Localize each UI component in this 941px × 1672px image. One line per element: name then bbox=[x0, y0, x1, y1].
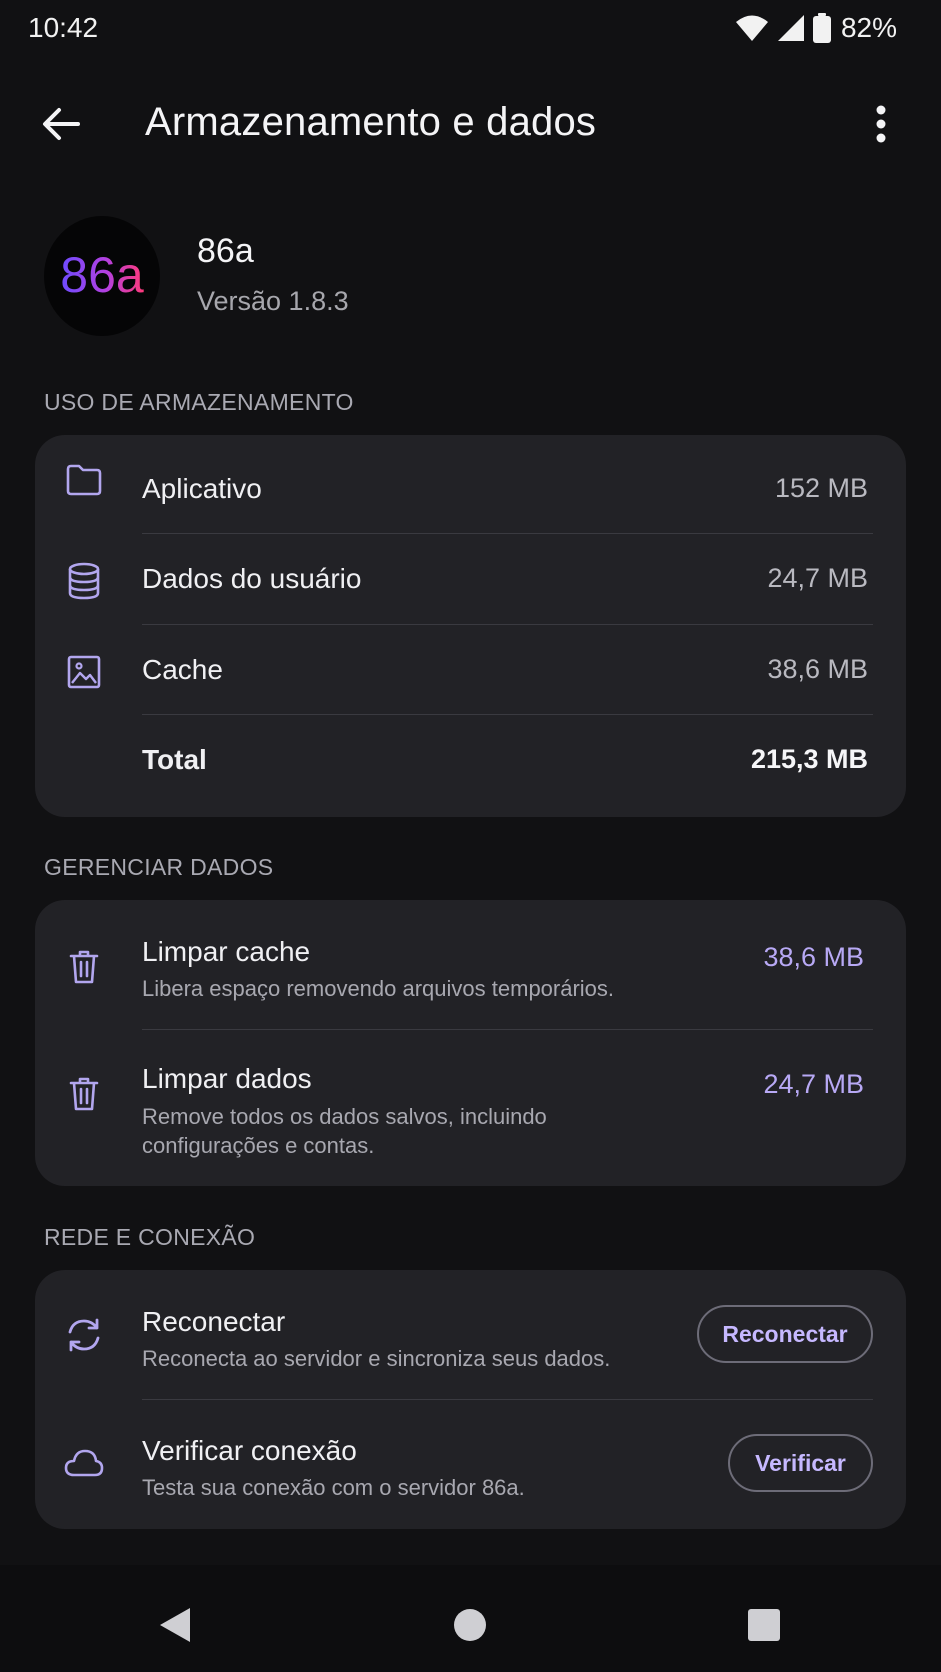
section-storage-label: USO DE ARMAZENAMENTO bbox=[44, 389, 354, 415]
status-icons: 82% bbox=[735, 12, 897, 44]
status-time: 10:42 bbox=[28, 12, 99, 43]
storage-value: 152 MB bbox=[774, 473, 868, 503]
section-manage-label: GERENCIAR DADOS bbox=[44, 854, 274, 880]
nav-back-icon bbox=[160, 1608, 190, 1642]
storage-row-user-data: Dados do usuário 24,7 MB bbox=[35, 525, 906, 615]
app-logo: 86a bbox=[44, 216, 160, 336]
clear-data-title: Limpar dados bbox=[142, 1063, 312, 1094]
check-connection-title: Verificar conexão bbox=[142, 1435, 357, 1466]
storage-row-app: Aplicativo 152 MB bbox=[35, 435, 906, 525]
nav-home-button[interactable] bbox=[440, 1595, 500, 1655]
app-info-header: 86a 86a Versão 1.8.3 bbox=[44, 216, 904, 338]
storage-value: 24,7 MB bbox=[767, 563, 868, 593]
app-logo-text: 86a bbox=[60, 247, 144, 303]
page-title: Armazenamento e dados bbox=[145, 100, 597, 144]
battery-icon bbox=[812, 13, 831, 43]
back-button[interactable] bbox=[28, 96, 94, 152]
clear-cache-size: 38,6 MB bbox=[763, 942, 864, 972]
nav-recents-button[interactable] bbox=[734, 1595, 794, 1655]
nav-home-icon bbox=[454, 1609, 486, 1641]
storage-card: Aplicativo 152 MB Dados do usuário 24,7 … bbox=[35, 435, 906, 817]
reconnect-row: Reconectar Reconecta ao servidor e sincr… bbox=[35, 1270, 906, 1398]
nav-recents-icon bbox=[748, 1609, 780, 1641]
check-connection-subtitle: Testa sua conexão com o servidor 86a. bbox=[142, 1475, 525, 1500]
storage-label: Aplicativo bbox=[142, 473, 262, 504]
clear-cache-row[interactable]: Limpar cache Libera espaço removendo arq… bbox=[35, 900, 906, 1028]
reconnect-button[interactable]: Reconectar bbox=[697, 1305, 873, 1363]
folder-icon bbox=[64, 460, 104, 500]
storage-row-cache: Cache 38,6 MB bbox=[35, 616, 906, 706]
storage-row-total: Total 215,3 MB bbox=[35, 714, 906, 814]
reconnect-subtitle: Reconecta ao servidor e sincroniza seus … bbox=[142, 1346, 611, 1371]
more-vert-icon bbox=[876, 105, 886, 143]
reconnect-title: Reconectar bbox=[142, 1306, 286, 1337]
clear-cache-subtitle: Libera espaço removendo arquivos temporá… bbox=[142, 976, 615, 1001]
database-icon bbox=[64, 561, 104, 601]
app-bar: Armazenamento e dados bbox=[0, 78, 941, 168]
cloud-icon bbox=[64, 1443, 104, 1483]
system-nav-bar bbox=[0, 1565, 941, 1672]
trash-icon bbox=[64, 947, 104, 987]
section-network-label: REDE E CONEXÃO bbox=[44, 1224, 256, 1250]
clear-cache-title: Limpar cache bbox=[142, 936, 311, 967]
sync-icon bbox=[64, 1315, 104, 1355]
back-arrow-icon bbox=[43, 108, 80, 140]
storage-value: 38,6 MB bbox=[767, 654, 868, 684]
wifi-icon bbox=[735, 14, 769, 42]
storage-total-label: Total bbox=[142, 744, 207, 775]
more-options-button[interactable] bbox=[861, 96, 901, 152]
app-version: Versão 1.8.3 bbox=[197, 286, 349, 316]
clear-data-subtitle: Remove todos os dados salvos, incluindo … bbox=[142, 1104, 547, 1158]
clear-data-row[interactable]: Limpar dados Remove todos os dados salvo… bbox=[35, 1029, 906, 1186]
trash-icon bbox=[64, 1074, 104, 1114]
verify-button[interactable]: Verificar bbox=[728, 1434, 873, 1492]
battery-percent: 82% bbox=[840, 12, 897, 43]
signal-icon bbox=[777, 14, 805, 42]
nav-back-button[interactable] bbox=[145, 1595, 205, 1655]
clear-data-size: 24,7 MB bbox=[763, 1069, 864, 1099]
storage-total-value: 215,3 MB bbox=[750, 744, 868, 774]
app-name: 86a bbox=[197, 232, 254, 270]
network-card: Reconectar Reconecta ao servidor e sincr… bbox=[35, 1270, 906, 1529]
check-connection-row: Verificar conexão Testa sua conexão com … bbox=[35, 1399, 906, 1529]
image-icon bbox=[64, 652, 104, 692]
manage-card: Limpar cache Libera espaço removendo arq… bbox=[35, 900, 906, 1186]
storage-label: Dados do usuário bbox=[142, 563, 362, 594]
storage-label: Cache bbox=[142, 654, 223, 685]
status-bar: 10:42 82% bbox=[0, 0, 941, 58]
